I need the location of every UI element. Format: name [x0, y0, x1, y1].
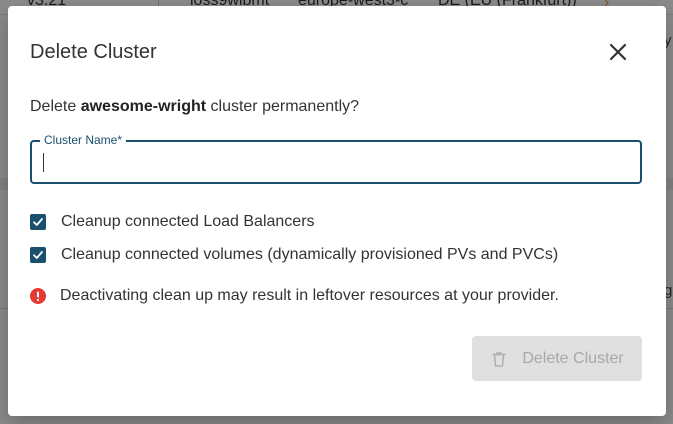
prompt-suffix: cluster permanently? — [206, 98, 360, 115]
delete-cluster-dialog: Delete Cluster Delete awesome-wright clu… — [8, 6, 666, 416]
cluster-name-label: Cluster Name* — [40, 133, 127, 147]
prompt-prefix: Delete — [30, 98, 81, 115]
trash-icon — [492, 351, 507, 367]
delete-prompt: Delete awesome-wright cluster permanentl… — [30, 98, 359, 116]
close-icon — [609, 43, 627, 61]
cluster-name-highlight: awesome-wright — [80, 98, 207, 115]
cleanup-volumes-option[interactable]: Cleanup connected volumes (dynamically p… — [30, 245, 558, 265]
cleanup-volumes-checkbox[interactable] — [30, 247, 46, 263]
cleanup-load-balancers-option[interactable]: Cleanup connected Load Balancers — [30, 212, 315, 232]
cleanup-load-balancers-label[interactable]: Cleanup connected Load Balancers — [61, 213, 315, 231]
delete-cluster-button-label: Delete Cluster — [522, 349, 624, 367]
cleanup-load-balancers-checkbox[interactable] — [30, 214, 46, 230]
warning-text: Deactivating clean up may result in left… — [60, 287, 559, 304]
cluster-name-input[interactable] — [40, 150, 630, 174]
cleanup-volumes-label[interactable]: Cleanup connected volumes (dynamically p… — [61, 246, 558, 264]
cleanup-warning: Deactivating clean up may result in left… — [30, 286, 559, 306]
close-button[interactable] — [606, 40, 630, 64]
check-icon — [33, 218, 43, 226]
dialog-title: Delete Cluster — [30, 41, 157, 63]
delete-cluster-button[interactable]: Delete Cluster — [472, 336, 642, 381]
cluster-name-field[interactable]: Cluster Name* — [30, 133, 642, 184]
text-caret — [43, 153, 44, 172]
error-icon — [30, 288, 46, 304]
check-icon — [33, 251, 43, 259]
